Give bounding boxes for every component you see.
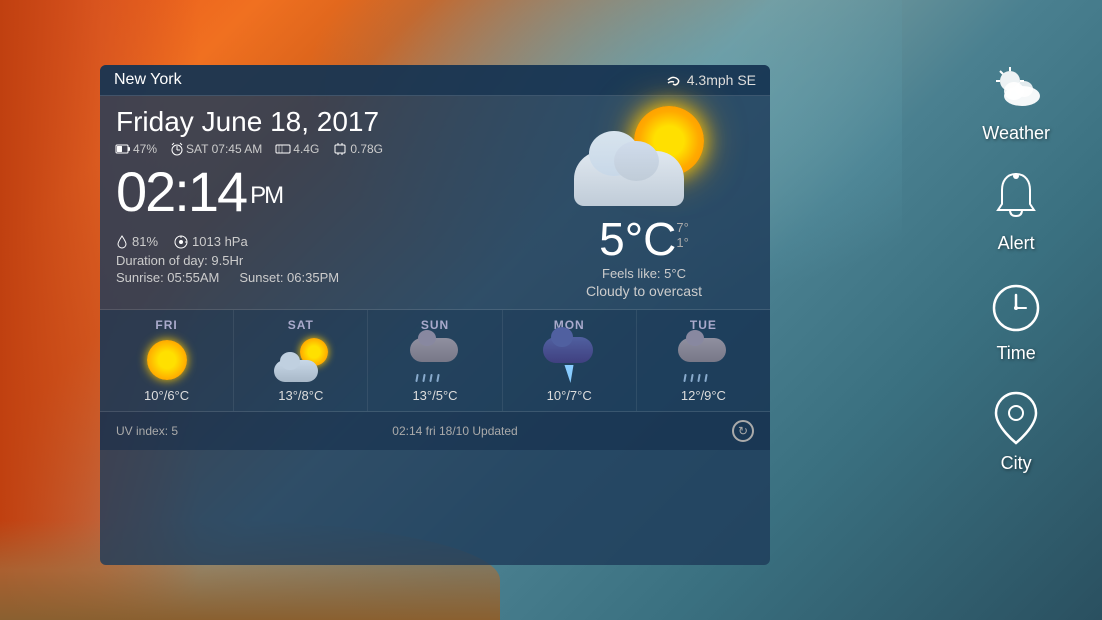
sidebar-label-weather: Weather (982, 123, 1050, 144)
forecast-mon: MON 10°/7°C (503, 310, 637, 411)
date-display: Friday June 18, 2017 (116, 106, 534, 138)
day-label-fri: FRI (155, 318, 177, 332)
bell-icon-svg (994, 172, 1038, 224)
forecast-tue: TUE 12°/9°C (637, 310, 770, 411)
forecast-fri: FRI 10°/6°C (100, 310, 234, 411)
alarm-icon (171, 143, 183, 156)
memory1-status: 4.4G (276, 142, 319, 156)
wind-info: 4.3mph SE (666, 72, 756, 88)
pressure-detail: 1013 hPa (174, 234, 248, 249)
forecast-icon-sun (408, 338, 462, 382)
condition: Cloudy to overcast (586, 283, 702, 299)
mini-lightning-mon (543, 337, 595, 383)
pressure-icon (174, 235, 188, 249)
widget-header: New York 4.3mph SE (100, 65, 770, 96)
weather-sidebar-icon (986, 58, 1046, 118)
sidebar-item-time[interactable]: Time (974, 270, 1058, 372)
mini-raincloud-tue (678, 338, 728, 382)
weather-details: 81% 1013 hPa Duration of day: 9.5Hr (116, 234, 534, 285)
sidebar-label-alert: Alert (998, 233, 1035, 254)
battery-icon (116, 144, 130, 154)
alarm-status: SAT 07:45 AM (171, 142, 262, 156)
ampm-display: PM (250, 182, 282, 209)
location-icon-svg (994, 391, 1038, 445)
widget-top-right: 5°C 7° 1° Feels like: 5°C Cloudy to over… (534, 106, 754, 299)
widget-top-left: Friday June 18, 2017 47% (116, 106, 534, 299)
duration-text: Duration of day: 9.5Hr (116, 253, 243, 268)
weather-icon (574, 106, 714, 216)
widget-top: Friday June 18, 2017 47% (100, 96, 770, 310)
forecast-temp-tue: 12°/9°C (681, 388, 726, 403)
weather-widget: New York 4.3mph SE Friday June 18, 2017 (100, 65, 770, 565)
forecast-icon-fri (140, 338, 194, 382)
sidebar-label-city: City (1001, 453, 1032, 474)
sidebar-item-alert[interactable]: Alert (974, 160, 1058, 262)
time-sidebar-icon (986, 278, 1046, 338)
forecast-icon-mon (542, 338, 596, 382)
humidity-detail: 81% (116, 234, 158, 249)
storage-icon (276, 144, 290, 154)
humidity-icon (116, 235, 128, 249)
battery-status: 47% (116, 142, 157, 156)
memory2-status: 0.78G (333, 142, 383, 156)
forecast-row: FRI 10°/6°C SAT 13°/8°C SUN (100, 310, 770, 412)
temp-main: 5°C (599, 216, 676, 262)
widget-footer: UV index: 5 02:14 fri 18/10 Updated ↻ (100, 412, 770, 450)
temp-range: 7° 1° (676, 220, 688, 250)
mini-raincloud-sun (410, 338, 460, 382)
sidebar-item-weather[interactable]: Weather (970, 50, 1062, 152)
cloud-shape (574, 151, 684, 206)
sidebar-item-city[interactable]: City (974, 380, 1058, 482)
forecast-icon-tue (676, 338, 730, 382)
forecast-temp-sun: 13°/5°C (412, 388, 457, 403)
forecast-temp-fri: 10°/6°C (144, 388, 189, 403)
sunset-text: Sunset: 06:35PM (239, 270, 339, 285)
status-bar: 47% SAT 07:45 AM (116, 142, 534, 156)
chip-icon (333, 143, 347, 155)
forecast-temp-mon: 10°/7°C (547, 388, 592, 403)
weather-icon-svg (988, 63, 1044, 113)
temperature-block: 5°C 7° 1° Feels like: 5°C Cloudy to over… (586, 216, 702, 299)
refresh-button[interactable]: ↻ (732, 420, 754, 442)
wind-icon (666, 72, 682, 88)
city-sidebar-icon (986, 388, 1046, 448)
sidebar-label-time: Time (996, 343, 1035, 364)
time-display: 02:14PM (116, 164, 534, 220)
clock-icon-svg (991, 283, 1041, 333)
day-label-sat: SAT (288, 318, 314, 332)
forecast-temp-sat: 13°/8°C (278, 388, 323, 403)
sidebar: Weather Alert Time (970, 50, 1062, 482)
alert-sidebar-icon (986, 168, 1046, 228)
mini-sun-fri (147, 340, 187, 380)
mini-suncloud-sat (274, 338, 328, 382)
feels-like: Feels like: 5°C (586, 266, 702, 281)
updated-time: 02:14 fri 18/10 Updated (392, 424, 517, 438)
forecast-icon-sat (274, 338, 328, 382)
city-name: New York (114, 71, 182, 89)
uv-index: UV index: 5 (116, 424, 178, 438)
forecast-sun: SUN 13°/5°C (368, 310, 502, 411)
forecast-sat: SAT 13°/8°C (234, 310, 368, 411)
wind-speed: 4.3mph SE (687, 72, 756, 88)
sunrise-text: Sunrise: 05:55AM (116, 270, 219, 285)
